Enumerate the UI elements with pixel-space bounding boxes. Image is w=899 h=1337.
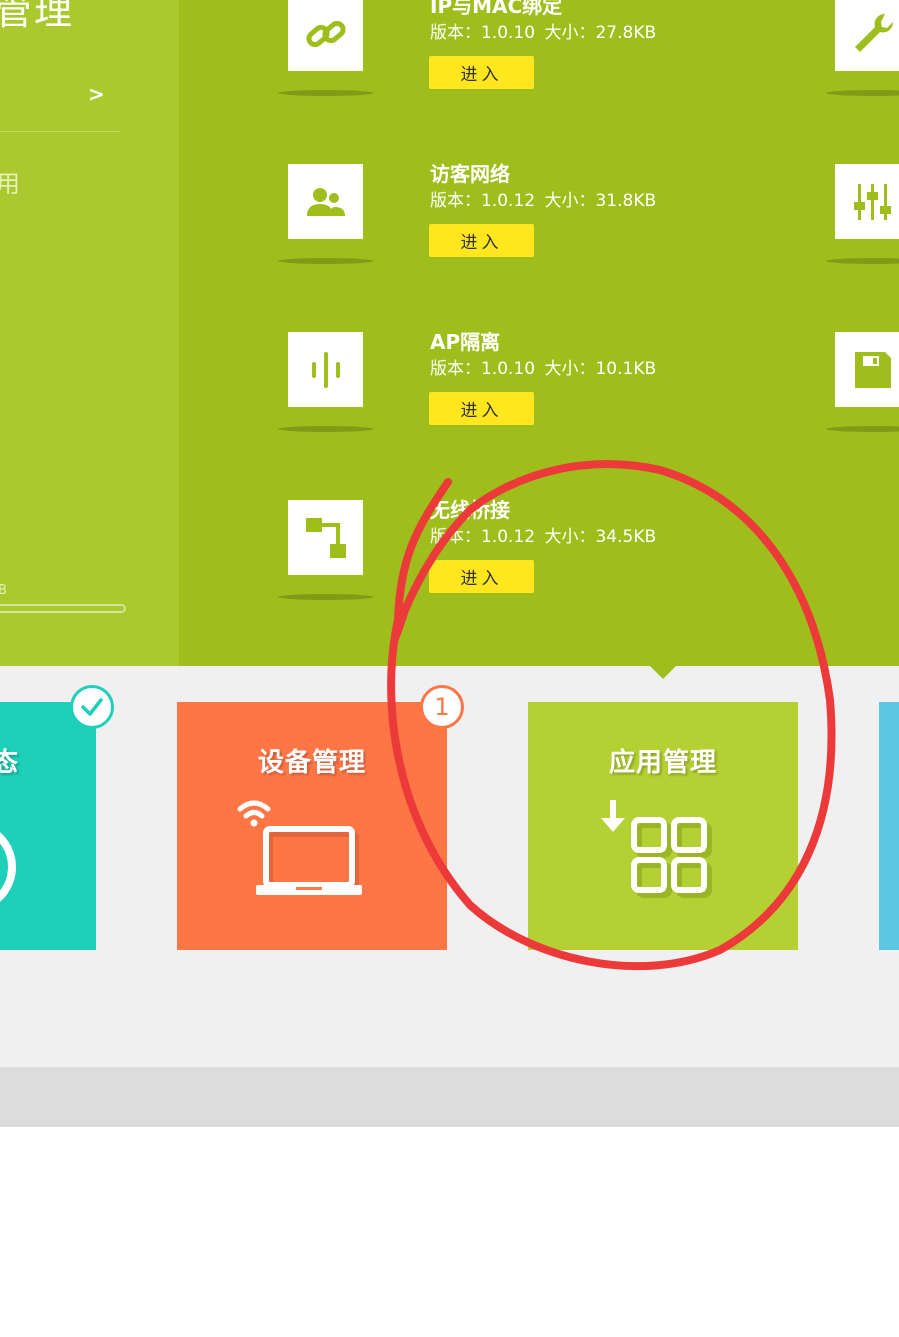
side-icon-shadow xyxy=(826,426,899,432)
app-version: 版本：1.0.10 xyxy=(430,359,536,379)
tile-device-label: 设备管理 xyxy=(257,748,366,778)
app-version: 版本：1.0.10 xyxy=(430,23,536,43)
app-size: 大小：34.5KB xyxy=(544,527,657,547)
app-item-ip-mac-binding: IP与MAC绑定 版本：1.0.10 大小：27.8KB 进入 xyxy=(278,0,688,106)
app-name: 无线桥接 xyxy=(430,498,510,522)
app-meta: 版本：1.0.12 大小：31.8KB xyxy=(430,186,660,211)
enter-button[interactable]: 进入 xyxy=(429,392,534,425)
link-icon xyxy=(288,0,363,71)
active-tab-pointer xyxy=(650,666,676,679)
app-meta: 版本：1.0.10 大小：10.1KB xyxy=(430,354,660,379)
check-icon xyxy=(70,685,114,729)
tile-status-label: 态 xyxy=(0,748,20,778)
footer-bar xyxy=(0,1067,899,1127)
laptop-wifi-icon xyxy=(237,800,362,895)
app-icon-shadow xyxy=(278,594,373,600)
app-grid-download-icon xyxy=(601,800,712,898)
app-icon-shadow xyxy=(278,258,373,264)
app-version: 版本：1.0.12 xyxy=(430,191,536,211)
left-panel-title: 管理 xyxy=(0,0,75,33)
app-meta: 版本：1.0.10 大小：27.8KB xyxy=(430,18,660,43)
app-size: 大小：31.8KB xyxy=(544,191,657,211)
app-list-panel: 管理 > 用 B IP与MAC绑定 版本：1.0.10 大小：27.8KB 进入 xyxy=(0,0,899,666)
app-name: 访客网络 xyxy=(430,162,510,186)
tile-app-management[interactable]: 应用管理 xyxy=(528,702,798,950)
sliders-icon[interactable] xyxy=(835,164,899,239)
left-panel-arrow[interactable]: > xyxy=(88,82,105,106)
floppy-icon[interactable] xyxy=(835,332,899,407)
left-summary-panel: 管理 > 用 B xyxy=(0,0,179,666)
left-panel-progress-bar xyxy=(0,604,126,613)
notification-badge: 1 xyxy=(420,685,464,729)
side-icon-shadow xyxy=(826,90,899,96)
notification-count: 1 xyxy=(434,693,450,721)
tile-extra-partial[interactable] xyxy=(879,702,899,950)
app-size: 大小：27.8KB xyxy=(544,23,657,43)
app-name: IP与MAC绑定 xyxy=(430,0,563,18)
left-panel-partial-text: 用 xyxy=(0,170,20,198)
app-item-wireless-bridge: 无线桥接 版本：1.0.12 大小：34.5KB 进入 xyxy=(278,498,688,610)
tile-app-label: 应用管理 xyxy=(608,748,717,778)
app-size: 大小：10.1KB xyxy=(544,359,657,379)
app-icon-shadow xyxy=(278,426,373,432)
app-icon-shadow xyxy=(278,90,373,96)
app-name: AP隔离 xyxy=(430,330,501,354)
enter-button[interactable]: 进入 xyxy=(429,224,534,257)
app-meta: 版本：1.0.12 大小：34.5KB xyxy=(430,522,660,547)
ap-isolation-icon xyxy=(288,332,363,407)
enter-button[interactable]: 进入 xyxy=(429,56,534,89)
status-gauge-icon xyxy=(0,832,16,902)
left-panel-small-label: B xyxy=(0,583,7,598)
app-version: 版本：1.0.12 xyxy=(430,527,536,547)
side-icon-shadow xyxy=(826,258,899,264)
left-panel-divider xyxy=(0,131,120,132)
enter-button[interactable]: 进入 xyxy=(429,560,534,593)
app-item-ap-isolation: AP隔离 版本：1.0.10 大小：10.1KB 进入 xyxy=(278,330,688,442)
bridge-icon xyxy=(288,500,363,575)
wrench-icon[interactable] xyxy=(835,0,899,71)
guest-users-icon xyxy=(288,164,363,239)
tile-status[interactable]: 态 xyxy=(0,702,96,950)
tile-device-management[interactable]: 设备管理 xyxy=(177,702,447,950)
app-item-guest-network: 访客网络 版本：1.0.12 大小：31.8KB 进入 xyxy=(278,162,688,274)
